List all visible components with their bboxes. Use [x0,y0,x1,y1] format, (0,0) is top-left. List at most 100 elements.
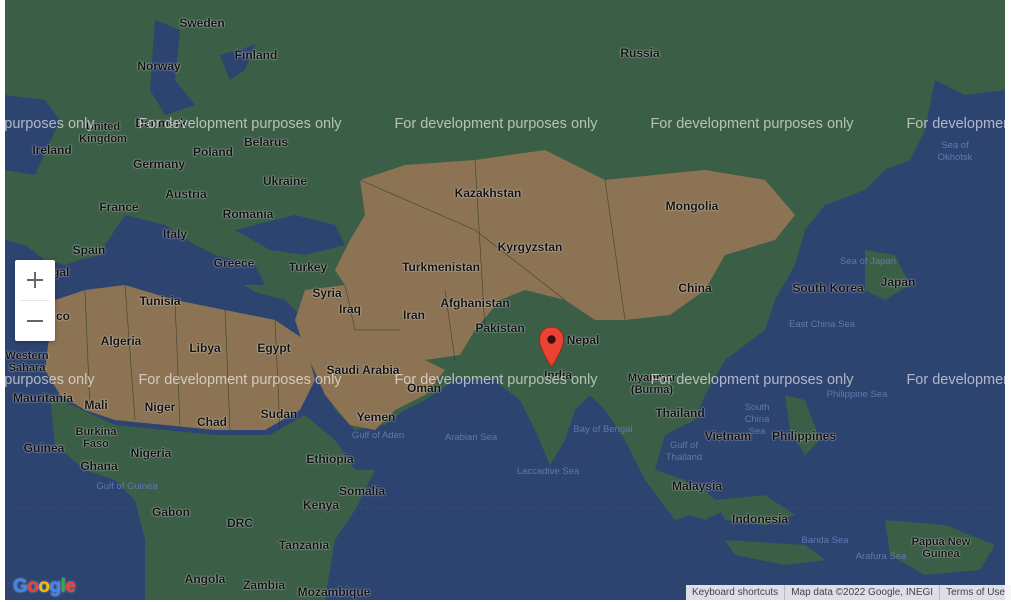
country-label: Iraq [338,302,362,316]
logo-letter: e [65,576,76,597]
country-label: Yemen [356,410,396,424]
zoom-in-button[interactable] [15,260,55,300]
country-label: Turkmenistan [402,260,480,274]
country-label: Poland [192,145,234,159]
map-footer: Keyboard shortcuts Map data ©2022 Google… [686,585,1011,600]
sea-label: Laccadive Sea [516,466,580,477]
map-canvas[interactable]: Sweden Finland Norway Denmark United Kingdom… [5,0,1005,600]
country-label: Zambia [242,578,286,592]
logo-letter: o [38,576,50,597]
country-label: Austria [165,187,207,201]
sea-label: Gulf of Aden [351,430,405,441]
dev-watermark: For development purposes only [138,116,342,132]
country-label: Mozambique [297,585,371,599]
country-label: Kazakhstan [454,186,522,200]
dev-watermark: For development purposes only [906,372,1005,388]
country-label: Pakistan [475,321,525,335]
logo-letter: G [13,576,28,597]
country-label: Western Sahara [5,350,49,374]
country-label: Somalia [338,484,386,498]
country-label: Papua New Guinea [911,536,971,560]
country-label: Belarus [243,135,289,149]
pin-dot [547,335,556,344]
country-label: Japan [880,275,916,289]
country-label: Kyrgyzstan [497,240,563,254]
country-label: Guinea [23,441,65,455]
country-label: DRC [227,516,253,530]
sea-label: Philippine Sea [826,389,888,400]
country-label: Nepal [566,333,600,347]
country-label: Sudan [260,407,298,421]
country-label: Iran [402,308,426,322]
sea-label: Arabian Sea [444,432,498,443]
dev-watermark: For development purposes only [138,372,342,388]
plus-icon-vertical [34,272,36,288]
dev-watermark: For development purposes only [5,116,95,132]
dev-watermark: For development purposes only [394,116,598,132]
country-label: Syria [312,286,342,300]
country-label: Libya [189,341,221,355]
minus-icon [27,320,43,322]
map-data-attribution: Map data ©2022 Google, INEGI [784,585,939,600]
zoom-control [15,260,55,341]
pin-body [538,326,565,368]
zoom-out-button[interactable] [15,301,55,341]
sea-label: Banda Sea [801,535,849,546]
country-label: Ethiopia [306,452,354,466]
dev-watermark: For development purposes only [650,116,854,132]
country-label: Romania [222,207,274,221]
country-label: Afghanistan [440,296,510,310]
keyboard-shortcuts-link[interactable]: Keyboard shortcuts [686,585,784,600]
country-label: Russia [620,46,660,60]
sea-label: Sea of Okhotsk [937,140,973,163]
country-label: Italy [162,227,188,241]
google-logo[interactable]: Google [13,576,76,598]
terms-of-use-link[interactable]: Terms of Use [939,585,1011,600]
country-label: Germany [132,157,186,171]
dev-watermark: For development purposes only [394,372,598,388]
country-label: Turkey [288,260,328,274]
country-label: Algeria [100,334,142,348]
dev-watermark: For development purposes only [906,116,1005,132]
location-marker[interactable] [538,326,565,374]
dev-watermark: For development purposes only [650,372,854,388]
country-label: Niger [144,400,176,414]
country-label: Tanzania [278,538,330,552]
country-label: Tunisia [139,294,181,308]
country-label: Philippines [771,429,837,443]
sea-label: East China Sea [788,319,856,330]
country-label: Kenya [302,498,340,512]
dev-watermark: For development purposes only [5,372,95,388]
country-label: Ukraine [262,174,308,188]
sea-label: South China Sea [744,402,770,437]
country-label: Nigeria [130,446,172,460]
country-label: Burkina Faso [75,426,117,450]
country-label: Sweden [179,16,225,30]
country-label: France [99,200,139,214]
country-label: Ghana [80,459,118,473]
country-label: Greece [213,256,255,270]
country-label: South Korea [792,281,864,295]
sea-label: Sea of Japan [840,256,896,267]
country-label: Gabon [152,505,190,519]
sea-label: Gulf of Thailand [665,440,703,463]
country-label: Finland [234,48,278,62]
sea-label: Arafura Sea [855,551,907,562]
country-label: Egypt [257,341,291,355]
country-label: Indonesia [731,512,789,526]
country-label: Spain [72,243,106,257]
country-label: Malaysia [671,479,723,493]
country-label: Mongolia [665,199,719,213]
country-label: Angola [184,572,226,586]
country-label: Ireland [32,143,72,157]
country-label: Chad [197,415,227,429]
sea-label: Bay of Bengal [573,424,633,435]
country-label: Norway [137,59,181,73]
sea-label: Gulf of Guinea [96,481,158,492]
logo-letter: o [27,576,39,597]
logo-letter: g [49,576,62,597]
country-label: China [678,281,712,295]
country-label: Thailand [655,406,705,420]
country-label: Mauritania [12,391,74,405]
country-label: Mali [84,398,108,412]
